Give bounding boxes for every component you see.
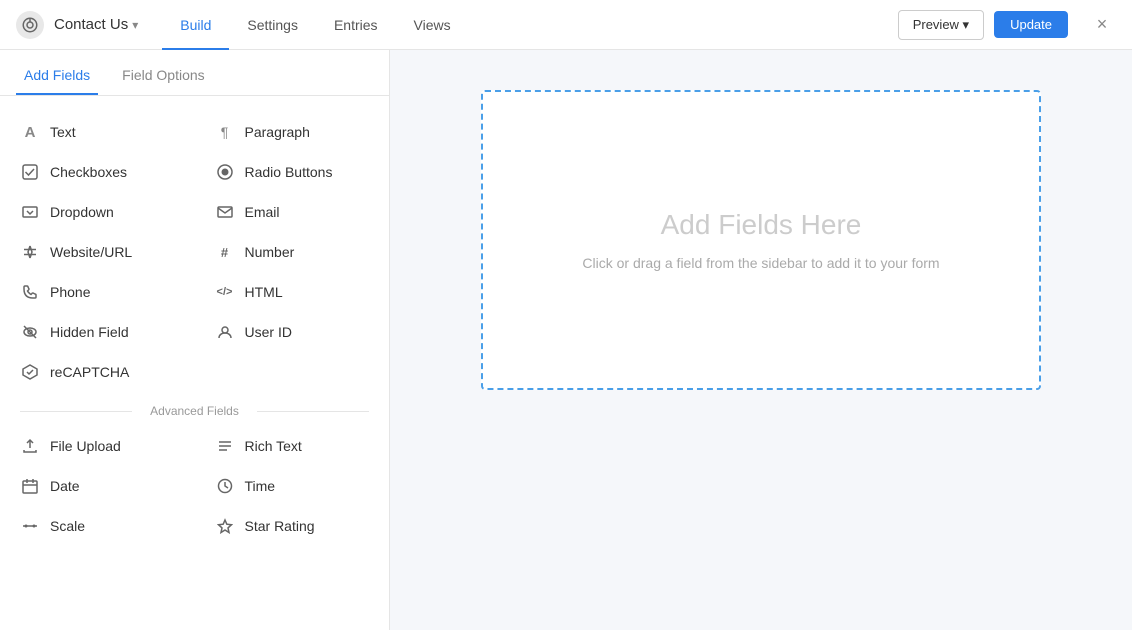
- userid-icon: [215, 322, 235, 342]
- field-scale[interactable]: Scale: [0, 506, 195, 546]
- field-hidden[interactable]: Hidden Field: [0, 312, 195, 352]
- time-icon: [215, 476, 235, 496]
- field-website-label: Website/URL: [50, 244, 132, 260]
- app-logo: [16, 11, 44, 39]
- field-html-label: HTML: [245, 284, 283, 300]
- field-row-scale-star: Scale Star Rating: [0, 506, 389, 546]
- layout: Add Fields Field Options A Text ¶ Paragr…: [0, 50, 1132, 630]
- field-row-recaptcha: reCAPTCHA: [0, 352, 389, 392]
- field-phone-label: Phone: [50, 284, 90, 300]
- field-text-label: Text: [50, 124, 76, 140]
- richtext-icon: [215, 436, 235, 456]
- date-icon: [20, 476, 40, 496]
- checkboxes-icon: [20, 162, 40, 182]
- canvas-title: Add Fields Here: [661, 209, 862, 241]
- field-website[interactable]: Website/URL: [0, 232, 195, 272]
- field-checkboxes-label: Checkboxes: [50, 164, 127, 180]
- fileupload-icon: [20, 436, 40, 456]
- field-hidden-label: Hidden Field: [50, 324, 129, 340]
- field-row-hidden-userid: Hidden Field User ID: [0, 312, 389, 352]
- fields-grid: A Text ¶ Paragraph Checkboxes: [0, 96, 389, 562]
- main-nav: Build Settings Entries Views: [162, 0, 897, 50]
- nav-views[interactable]: Views: [396, 0, 469, 50]
- field-time[interactable]: Time: [195, 466, 390, 506]
- field-number-label: Number: [245, 244, 295, 260]
- field-email[interactable]: Email: [195, 192, 390, 232]
- form-canvas: Add Fields Here Click or drag a field fr…: [481, 90, 1041, 390]
- website-icon: [20, 242, 40, 262]
- field-html[interactable]: </> HTML: [195, 272, 390, 312]
- advanced-fields-divider: Advanced Fields: [0, 392, 389, 426]
- field-fileupload[interactable]: File Upload: [0, 426, 195, 466]
- field-row-url-number: Website/URL # Number: [0, 232, 389, 272]
- field-radio-label: Radio Buttons: [245, 164, 333, 180]
- field-recaptcha-label: reCAPTCHA: [50, 364, 129, 380]
- field-phone[interactable]: Phone: [0, 272, 195, 312]
- sidebar: Add Fields Field Options A Text ¶ Paragr…: [0, 50, 390, 630]
- field-richtext-label: Rich Text: [245, 438, 302, 454]
- close-button[interactable]: ×: [1088, 11, 1116, 39]
- nav-settings[interactable]: Settings: [229, 0, 316, 50]
- text-icon: A: [20, 122, 40, 142]
- field-number[interactable]: # Number: [195, 232, 390, 272]
- main-content: Add Fields Here Click or drag a field fr…: [390, 50, 1132, 630]
- field-recaptcha[interactable]: reCAPTCHA: [0, 352, 215, 392]
- field-row-check-radio: Checkboxes Radio Buttons: [0, 152, 389, 192]
- header-actions: Preview ▾ Update ×: [898, 10, 1116, 40]
- form-title: Contact Us: [54, 16, 128, 33]
- html-icon: </>: [215, 282, 235, 302]
- field-userid-label: User ID: [245, 324, 292, 340]
- field-row-date-time: Date Time: [0, 466, 389, 506]
- field-scale-label: Scale: [50, 518, 85, 534]
- field-row-phone-html: Phone </> HTML: [0, 272, 389, 312]
- preview-button[interactable]: Preview ▾: [898, 10, 984, 40]
- field-fileupload-label: File Upload: [50, 438, 121, 454]
- field-dropdown-label: Dropdown: [50, 204, 114, 220]
- field-richtext[interactable]: Rich Text: [195, 426, 390, 466]
- field-starrating[interactable]: Star Rating: [195, 506, 390, 546]
- field-starrating-label: Star Rating: [245, 518, 315, 534]
- nav-entries[interactable]: Entries: [316, 0, 396, 50]
- recaptcha-icon: [20, 362, 40, 382]
- field-time-label: Time: [245, 478, 276, 494]
- field-email-label: Email: [245, 204, 280, 220]
- field-userid[interactable]: User ID: [195, 312, 390, 352]
- tab-field-options[interactable]: Field Options: [114, 67, 212, 95]
- field-dropdown[interactable]: Dropdown: [0, 192, 195, 232]
- radio-icon: [215, 162, 235, 182]
- field-row-dropdown-email: Dropdown Email: [0, 192, 389, 232]
- number-icon: #: [215, 242, 235, 262]
- paragraph-icon: ¶: [215, 122, 235, 142]
- field-paragraph[interactable]: ¶ Paragraph: [195, 112, 390, 152]
- field-date[interactable]: Date: [0, 466, 195, 506]
- field-checkboxes[interactable]: Checkboxes: [0, 152, 195, 192]
- hidden-icon: [20, 322, 40, 342]
- field-paragraph-label: Paragraph: [245, 124, 310, 140]
- field-date-label: Date: [50, 478, 80, 494]
- title-chevron[interactable]: ▾: [132, 18, 138, 32]
- tab-add-fields[interactable]: Add Fields: [16, 67, 98, 95]
- starrating-icon: [215, 516, 235, 536]
- phone-icon: [20, 282, 40, 302]
- header: Contact Us ▾ Build Settings Entries View…: [0, 0, 1132, 50]
- dropdown-icon: [20, 202, 40, 222]
- canvas-subtitle: Click or drag a field from the sidebar t…: [582, 255, 939, 271]
- field-row-upload-richtext: File Upload Rich Text: [0, 426, 389, 466]
- field-radio[interactable]: Radio Buttons: [195, 152, 390, 192]
- field-row-text-paragraph: A Text ¶ Paragraph: [0, 112, 389, 152]
- nav-build[interactable]: Build: [162, 0, 229, 50]
- email-icon: [215, 202, 235, 222]
- advanced-section-label: Advanced Fields: [150, 404, 239, 418]
- sidebar-tabs: Add Fields Field Options: [0, 50, 389, 96]
- update-button[interactable]: Update: [994, 11, 1068, 38]
- field-text[interactable]: A Text: [0, 112, 195, 152]
- scale-icon: [20, 516, 40, 536]
